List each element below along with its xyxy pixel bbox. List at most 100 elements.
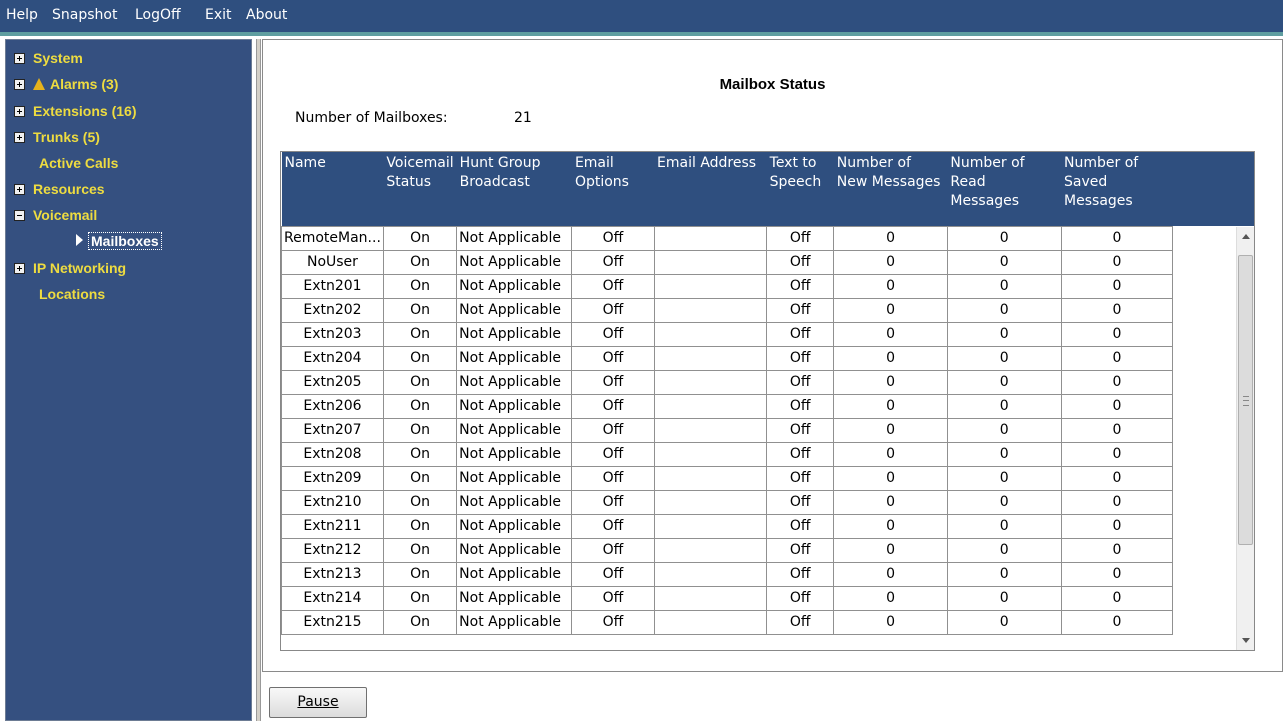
table-cell: Extn206 bbox=[281, 393, 384, 419]
nav-item-trunks[interactable]: Trunks (5) bbox=[14, 129, 100, 149]
table-cell: 0 bbox=[946, 345, 1062, 371]
table-cell: 0 bbox=[946, 465, 1062, 491]
table-cell: 0 bbox=[946, 249, 1062, 275]
table-cell: Not Applicable bbox=[456, 345, 573, 371]
collapse-icon[interactable] bbox=[14, 210, 25, 221]
scroll-up-icon[interactable] bbox=[1237, 227, 1254, 245]
nav-item-extensions[interactable]: Extensions (16) bbox=[14, 103, 136, 123]
table-row[interactable]: Extn212 On Not Applicable Off Off 0 0 0 bbox=[281, 537, 1254, 563]
table-cell: Off bbox=[766, 513, 835, 539]
table-cell: 0 bbox=[1060, 369, 1174, 395]
column-header[interactable]: Number of Read Messages bbox=[947, 152, 1062, 226]
table-cell: 0 bbox=[1060, 513, 1174, 539]
table-cell: On bbox=[382, 225, 458, 251]
nav-item-locations[interactable]: Locations bbox=[39, 286, 105, 306]
table-cell: On bbox=[382, 441, 458, 467]
expand-icon[interactable] bbox=[14, 184, 25, 195]
table-cell: Not Applicable bbox=[456, 441, 573, 467]
table-cell bbox=[653, 225, 768, 251]
table-cell: Not Applicable bbox=[456, 273, 573, 299]
table-cell: 0 bbox=[833, 345, 948, 371]
scroll-down-icon[interactable] bbox=[1237, 632, 1254, 650]
nav-label-extensions: Extensions (16) bbox=[33, 103, 137, 119]
nav-item-voicemail[interactable]: Voicemail bbox=[14, 207, 97, 227]
expand-icon[interactable] bbox=[14, 132, 25, 143]
table-row[interactable]: Extn205 On Not Applicable Off Off 0 0 0 bbox=[281, 369, 1254, 395]
column-header[interactable]: Hunt Group Broadcast bbox=[456, 152, 572, 226]
table-cell: 0 bbox=[1060, 273, 1174, 299]
table-row[interactable]: Extn203 On Not Applicable Off Off 0 0 0 bbox=[281, 321, 1254, 347]
table-cell: 0 bbox=[833, 393, 948, 419]
menu-help[interactable]: Help bbox=[6, 7, 38, 23]
table-row[interactable]: Extn213 On Not Applicable Off Off 0 0 0 bbox=[281, 561, 1254, 587]
table-cell: 0 bbox=[1060, 537, 1174, 563]
pause-button[interactable]: Pause bbox=[269, 687, 367, 718]
menu-logoff[interactable]: LogOff bbox=[135, 7, 181, 23]
table-row[interactable]: NoUser On Not Applicable Off Off 0 0 0 bbox=[281, 249, 1254, 275]
table-cell: On bbox=[382, 609, 458, 635]
table-cell: Off bbox=[571, 321, 655, 347]
table-row[interactable]: Extn210 On Not Applicable Off Off 0 0 0 bbox=[281, 489, 1254, 515]
menu-exit[interactable]: Exit bbox=[205, 7, 232, 23]
expand-icon[interactable] bbox=[14, 106, 25, 117]
scroll-thumb[interactable] bbox=[1238, 255, 1253, 545]
column-header[interactable]: Text to Speech bbox=[766, 152, 834, 226]
table-cell: 0 bbox=[833, 273, 948, 299]
table-cell: Off bbox=[571, 585, 655, 611]
table-cell: Off bbox=[766, 369, 835, 395]
table-row[interactable]: Extn202 On Not Applicable Off Off 0 0 0 bbox=[281, 297, 1254, 323]
table-row[interactable]: Extn211 On Not Applicable Off Off 0 0 0 bbox=[281, 513, 1254, 539]
table-row[interactable]: Extn207 On Not Applicable Off Off 0 0 0 bbox=[281, 417, 1254, 443]
nav-item-alarms[interactable]: Alarms (3) bbox=[14, 76, 118, 96]
table-cell: 0 bbox=[1060, 393, 1174, 419]
column-header[interactable]: Number of New Messages bbox=[833, 152, 948, 226]
expand-icon[interactable] bbox=[14, 263, 25, 274]
expand-icon[interactable] bbox=[14, 53, 25, 64]
table-row[interactable]: Extn214 On Not Applicable Off Off 0 0 0 bbox=[281, 585, 1254, 611]
grip-icon bbox=[1243, 396, 1249, 406]
nav-item-ip-networking[interactable]: IP Networking bbox=[14, 260, 126, 280]
table-cell: Off bbox=[571, 369, 655, 395]
nav-label-resources: Resources bbox=[33, 181, 105, 197]
table-cell: Not Applicable bbox=[456, 513, 573, 539]
table-cell: Off bbox=[766, 585, 835, 611]
table-cell: Not Applicable bbox=[456, 489, 573, 515]
table-cell: 0 bbox=[833, 465, 948, 491]
table-cell: 0 bbox=[1060, 441, 1174, 467]
column-header[interactable]: Email Options bbox=[571, 152, 655, 226]
column-header[interactable]: Name bbox=[281, 152, 384, 226]
table-cell: Off bbox=[766, 321, 835, 347]
table-row[interactable]: Extn204 On Not Applicable Off Off 0 0 0 bbox=[281, 345, 1254, 371]
table-cell: Off bbox=[766, 225, 835, 251]
nav-item-resources[interactable]: Resources bbox=[14, 181, 105, 201]
table-row[interactable]: Extn215 On Not Applicable Off Off 0 0 0 bbox=[281, 609, 1254, 635]
column-header[interactable]: Voicemail Status bbox=[383, 152, 457, 226]
mailbox-count-value: 21 bbox=[514, 110, 532, 126]
table-cell: NoUser bbox=[281, 249, 384, 275]
table-cell: 0 bbox=[946, 441, 1062, 467]
table-cell: Extn213 bbox=[281, 561, 384, 587]
table-row[interactable]: Extn201 On Not Applicable Off Off 0 0 0 bbox=[281, 273, 1254, 299]
nav-item-active-calls[interactable]: Active Calls bbox=[39, 155, 118, 175]
menu-about[interactable]: About bbox=[246, 7, 287, 23]
nav-item-system[interactable]: System bbox=[14, 50, 83, 70]
table-cell bbox=[653, 441, 768, 467]
expand-icon[interactable] bbox=[14, 79, 25, 90]
column-header[interactable]: Email Address bbox=[654, 152, 767, 226]
table-cell: On bbox=[382, 561, 458, 587]
table-row[interactable]: Extn209 On Not Applicable Off Off 0 0 0 bbox=[281, 465, 1254, 491]
menu-snapshot[interactable]: Snapshot bbox=[52, 7, 117, 23]
alarm-warning-icon bbox=[33, 78, 45, 90]
table-cell: 0 bbox=[946, 537, 1062, 563]
table-cell bbox=[653, 393, 768, 419]
nav-item-mailboxes[interactable]: Mailboxes bbox=[76, 232, 162, 253]
table-cell: Off bbox=[571, 393, 655, 419]
table-cell: 0 bbox=[833, 561, 948, 587]
table-row[interactable]: RemoteMan... On Not Applicable Off Off 0 0 0 bbox=[281, 225, 1254, 251]
column-header[interactable]: Number of Saved Messages bbox=[1061, 152, 1173, 226]
table-row[interactable]: Extn206 On Not Applicable Off Off 0 0 0 bbox=[281, 393, 1254, 419]
vertical-scrollbar[interactable] bbox=[1236, 227, 1254, 650]
table-cell: 0 bbox=[946, 609, 1062, 635]
table-row[interactable]: Extn208 On Not Applicable Off Off 0 0 0 bbox=[281, 441, 1254, 467]
splitter[interactable] bbox=[256, 39, 261, 721]
